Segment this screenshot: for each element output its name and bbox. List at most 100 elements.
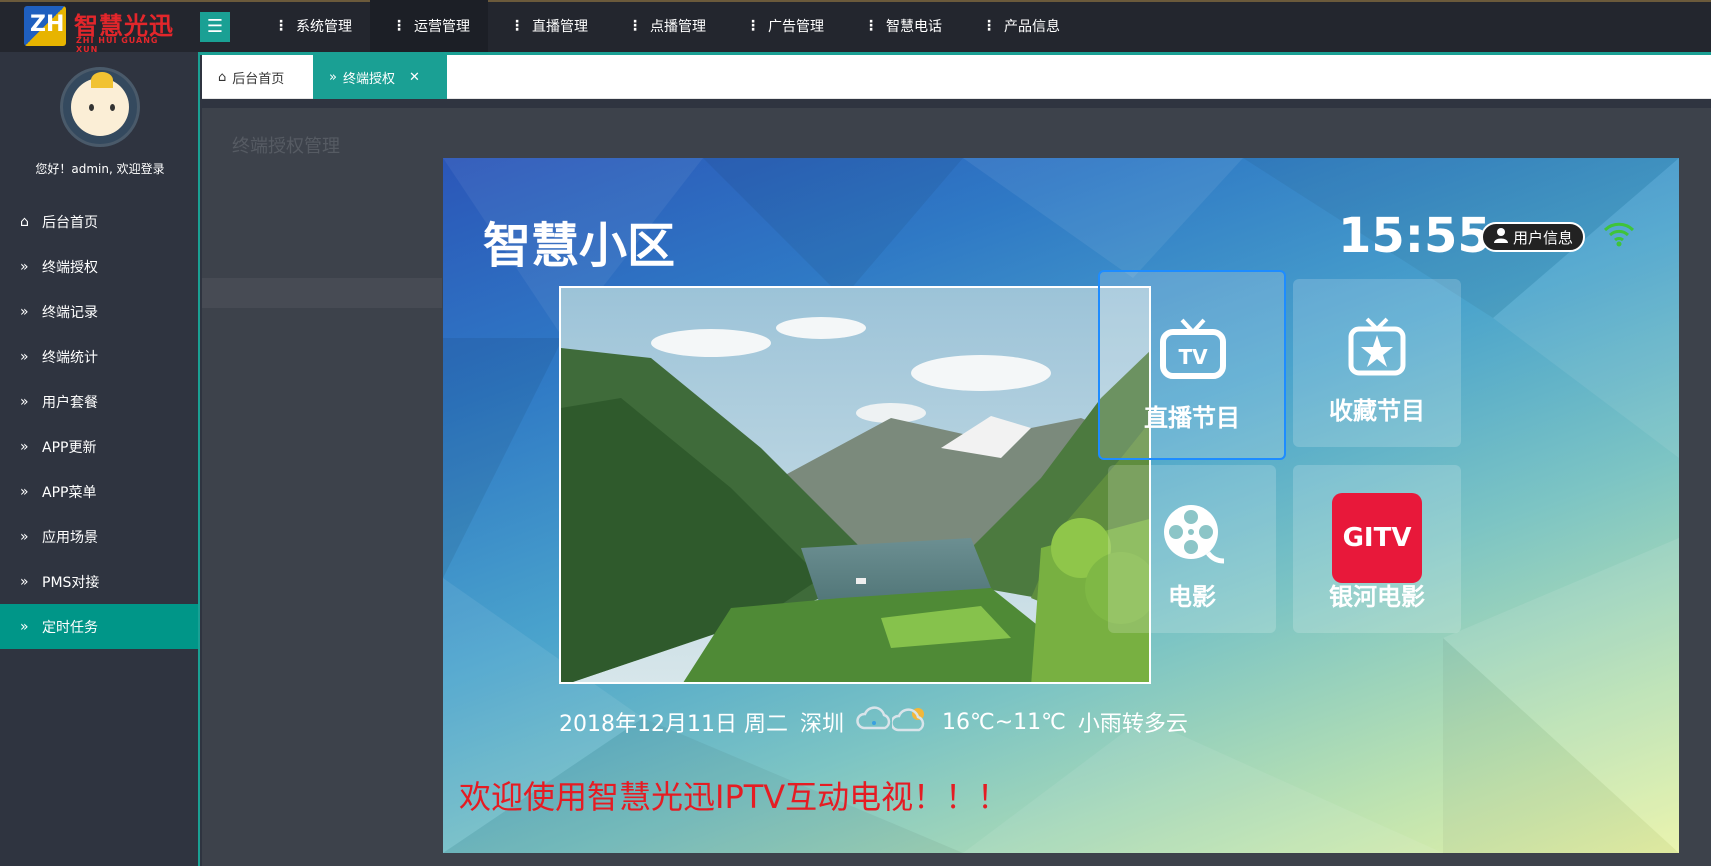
double-chevron-icon: » (20, 573, 29, 590)
double-chevron-icon: » (20, 393, 29, 410)
tile-favorites-label: 收藏节目 (1329, 397, 1425, 425)
partly-cloudy-icon (890, 704, 930, 740)
double-chevron-icon: » (20, 618, 29, 635)
home-icon: ⌂ (20, 213, 29, 230)
welcome-marquee: 欢迎使用智慧光迅IPTV互动电视！！！ (459, 778, 1010, 816)
menu-dots-icon: ⋮ (510, 18, 524, 34)
tab-terminal-auth[interactable]: » 终端授权 ✕ (313, 55, 447, 99)
user-info-button[interactable]: 用户信息 (1481, 222, 1586, 252)
avatar[interactable] (60, 67, 140, 147)
user-info-label: 用户信息 (1513, 228, 1574, 247)
sidebar-item-terminal-auth[interactable]: » 终端授权 (0, 244, 198, 289)
gitv-logo: GITV (1332, 493, 1422, 583)
top-nav-label: 直播管理 (532, 19, 588, 35)
sidebar-item-terminal-log[interactable]: » 终端记录 (0, 289, 198, 334)
fjord-landscape-image (561, 288, 1149, 682)
top-nav-item-product[interactable]: ⋮ 产品信息 (960, 0, 1078, 52)
top-nav-label: 广告管理 (768, 19, 824, 35)
tab-bar: ⌂ 后台首页 » 终端授权 ✕ (202, 55, 1711, 99)
logo[interactable]: ZH 智慧光迅 ZHI HUI GUANG XUN (24, 4, 184, 54)
favorite-tv-icon (1348, 317, 1406, 376)
weather-text: 小雨转多云 (1077, 712, 1188, 737)
top-nav-item-live[interactable]: ⋮ 直播管理 (488, 0, 606, 52)
avatar-hair (91, 72, 113, 88)
sidebar-item-label: 后台首页 (42, 214, 98, 231)
double-chevron-icon: » (329, 69, 337, 85)
tile-movies-label: 电影 (1168, 583, 1216, 611)
top-bar: ZH 智慧光迅 ZHI HUI GUANG XUN ☰ ⋮ 系统管理 ⋮ 运营管理 … (0, 0, 1711, 54)
sidebar-item-user-package[interactable]: » 用户套餐 (0, 379, 198, 424)
temperature-text: 16℃~11℃ (942, 709, 1066, 735)
logo-mark-icon: ZH (24, 6, 66, 46)
sidebar-item-home[interactable]: ⌂ 后台首页 (0, 199, 198, 244)
sidebar: 您好！admin, 欢迎登录 ⌂ 后台首页 » 终端授权 » 终端记录 » 终端统计 »… (0, 52, 200, 866)
home-icon: ⌂ (218, 69, 227, 85)
tile-galaxy-label: 银河电影 (1329, 583, 1425, 611)
table-header-dimmed (202, 278, 442, 308)
tab-home[interactable]: ⌂ 后台首页 (202, 55, 312, 99)
menu-dots-icon: ⋮ (274, 18, 288, 34)
double-chevron-icon: » (20, 483, 29, 500)
double-chevron-icon: » (20, 303, 29, 320)
top-nav-item-phone[interactable]: ⋮ 智慧电话 (842, 0, 960, 52)
tile-favorites[interactable]: 收藏节目 (1293, 279, 1461, 447)
top-nav: ⋮ 系统管理 ⋮ 运营管理 ⋮ 直播管理 ⋮ 点播管理 ⋮ 广告管理 ⋮ 智慧电话 ⋮ 产品信… (252, 0, 1078, 52)
tv-preview: 智慧小区 15:55 用户信息 TV 直播节目 收藏节目 电影 GITV 银河电… (443, 158, 1679, 853)
city-text: 深圳 (799, 712, 844, 737)
sidebar-item-label: 用户套餐 (42, 394, 98, 411)
sidebar-item-pms[interactable]: » PMS对接 (0, 559, 198, 604)
menu-dots-icon: ⋮ (392, 18, 406, 34)
tile-movies[interactable]: 电影 (1108, 465, 1276, 633)
sidebar-item-label: 终端记录 (42, 304, 98, 321)
sidebar-item-label: 应用场景 (42, 529, 98, 546)
welcome-text: 您好！admin, 欢迎登录 (35, 162, 165, 176)
sidebar-item-label: 终端授权 (42, 259, 98, 276)
top-nav-item-ads[interactable]: ⋮ 广告管理 (724, 0, 842, 52)
sidebar-item-scenes[interactable]: » 应用场景 (0, 514, 198, 559)
close-icon[interactable]: ✕ (409, 70, 420, 85)
menu-dots-icon: ⋮ (864, 18, 878, 34)
sidebar-item-terminal-stats[interactable]: » 终端统计 (0, 334, 198, 379)
tile-live-programs[interactable]: TV 直播节目 (1098, 270, 1286, 460)
double-chevron-icon: » (20, 348, 29, 365)
menu-dots-icon: ⋮ (982, 18, 996, 34)
menu-dots-icon: ⋮ (746, 18, 760, 34)
tile-galaxy-movies[interactable]: GITV 银河电影 (1293, 465, 1461, 633)
menu-dots-icon: ⋮ (628, 18, 642, 34)
sidebar-item-scheduled-tasks[interactable]: » 定时任务 (0, 604, 198, 649)
film-reel-icon (1164, 505, 1224, 564)
top-nav-label: 产品信息 (1004, 19, 1060, 35)
avatar-eye (110, 104, 115, 111)
sidebar-item-label: APP菜单 (42, 484, 97, 501)
sidebar-item-label: 定时任务 (42, 619, 98, 636)
tv-clock: 15:55 (1338, 208, 1491, 264)
sidebar-item-label: PMS对接 (42, 574, 100, 591)
page-title: 终端授权管理 (232, 136, 340, 157)
sidebar-item-app-update[interactable]: » APP更新 (0, 424, 198, 469)
user-icon (1493, 227, 1509, 247)
avatar-eye (89, 104, 94, 111)
weather-bar: 2018年12月11日 周二 深圳 16℃~11℃ 小雨转多云 (559, 704, 1188, 740)
svg-text:TV: TV (1178, 345, 1208, 369)
tv-icon: TV (1160, 318, 1226, 379)
rain-cloud-icon (856, 706, 892, 738)
sidebar-item-app-menu[interactable]: » APP菜单 (0, 469, 198, 514)
double-chevron-icon: » (20, 528, 29, 545)
sidebar-item-label: 终端统计 (42, 349, 98, 366)
top-nav-label: 智慧电话 (886, 19, 942, 35)
tile-live-label: 直播节目 (1144, 404, 1240, 432)
date-text: 2018年12月11日 周二 (559, 712, 788, 737)
top-nav-item-system[interactable]: ⋮ 系统管理 (252, 0, 370, 52)
top-nav-item-operations[interactable]: ⋮ 运营管理 (370, 0, 488, 52)
double-chevron-icon: » (20, 438, 29, 455)
sidebar-item-label: APP更新 (42, 439, 97, 456)
tab-label: 终端授权 (342, 71, 395, 87)
featured-video[interactable] (559, 286, 1151, 684)
top-nav-label: 运营管理 (414, 19, 470, 35)
double-chevron-icon: » (20, 258, 29, 275)
wifi-icon (1603, 220, 1635, 252)
top-nav-item-vod[interactable]: ⋮ 点播管理 (606, 0, 724, 52)
top-nav-label: 点播管理 (650, 19, 706, 35)
menu-toggle-button[interactable]: ☰ (200, 12, 230, 42)
tab-label: 后台首页 (232, 71, 285, 87)
